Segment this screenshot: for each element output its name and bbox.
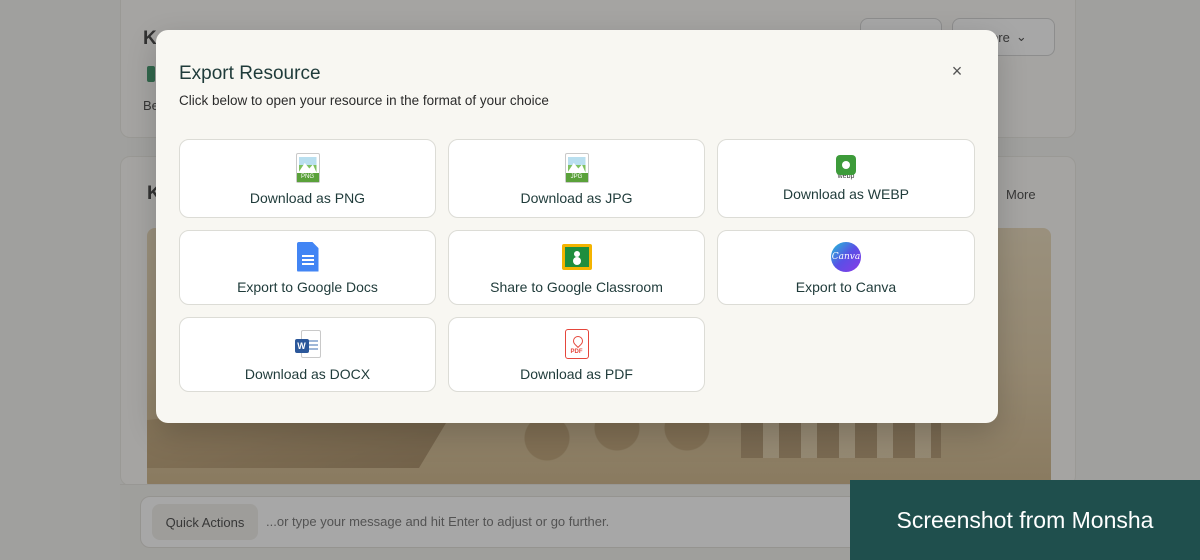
option-label: Download as WEBP [782, 186, 910, 202]
pdf-file-icon: PDF [561, 328, 593, 360]
close-icon[interactable]: × [946, 60, 968, 82]
download-docx-button[interactable]: W Download as DOCX [179, 317, 436, 392]
option-label: Export to Canva [795, 278, 897, 295]
share-google-classroom-button[interactable]: Share to Google Classroom [448, 230, 705, 305]
option-label: Download as JPG [520, 189, 633, 206]
option-label: Download as DOCX [244, 365, 371, 382]
dialog-title: Export Resource [179, 63, 321, 84]
webp-icon: webp [830, 155, 862, 180]
watermark-badge: Screenshot from Monsha [850, 480, 1200, 560]
option-label: Share to Google Classroom [490, 278, 663, 295]
option-label: Download as PDF [520, 365, 633, 382]
dialog-subtitle: Click below to open your resource in the… [179, 93, 549, 108]
word-docx-icon: W [292, 328, 324, 360]
google-docs-icon [292, 241, 324, 273]
export-google-docs-button[interactable]: Export to Google Docs [179, 230, 436, 305]
option-label: Download as PNG [249, 189, 366, 206]
canva-icon: Canva [830, 241, 862, 273]
export-resource-dialog: Export Resource Click below to open your… [156, 30, 998, 423]
download-png-button[interactable]: PNG Download as PNG [179, 139, 436, 218]
export-canva-button[interactable]: Canva Export to Canva [717, 230, 975, 305]
download-webp-button[interactable]: webp Download as WEBP [717, 139, 975, 218]
google-classroom-icon [561, 241, 593, 273]
png-file-icon: PNG [292, 152, 324, 184]
option-label: Export to Google Docs [237, 278, 378, 295]
download-jpg-button[interactable]: JPG Download as JPG [448, 139, 705, 218]
download-pdf-button[interactable]: PDF Download as PDF [448, 317, 705, 392]
jpg-file-icon: JPG [561, 152, 593, 184]
